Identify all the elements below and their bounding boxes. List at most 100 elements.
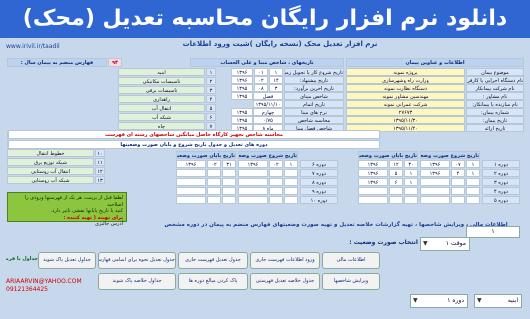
period-select[interactable]: دوره ۱ ▼ xyxy=(410,294,468,308)
period-end-month[interactable] xyxy=(207,178,221,186)
period-end-day[interactable] xyxy=(404,187,418,195)
period-end-month[interactable] xyxy=(207,196,221,204)
year-value[interactable]: ۱۳۹۵ xyxy=(231,92,253,100)
index-summary-button[interactable]: جدول خلاصه تعدیل فهرستی xyxy=(250,273,320,290)
month-value[interactable]: ۰۲ xyxy=(254,76,268,84)
period-start-month[interactable] xyxy=(269,169,283,177)
day-value[interactable]: ۳ xyxy=(269,84,283,92)
page-number[interactable]: ۱ xyxy=(466,226,520,238)
period-end-month[interactable] xyxy=(207,187,221,195)
day-value[interactable]: ۱ xyxy=(269,68,283,76)
period-start-year[interactable]: ۱۳۹۶ xyxy=(238,160,268,168)
period-end-year[interactable]: ۱۳۹۶ xyxy=(176,160,206,168)
period-end-year[interactable] xyxy=(176,196,206,204)
period-start-day[interactable] xyxy=(466,196,480,204)
period-end-year[interactable] xyxy=(176,178,206,186)
date-field-value[interactable]: چهارم xyxy=(253,108,283,116)
date-field-value[interactable]: ۱۳۹۵/۱۱/۱۰ xyxy=(253,100,283,108)
period-start-day[interactable]: ۱ xyxy=(466,169,480,177)
index-list-item[interactable]: انتقال آب xyxy=(118,104,205,112)
period-start-month[interactable] xyxy=(269,178,283,186)
period-start-day[interactable]: ۱ xyxy=(284,160,298,168)
period-end-day[interactable] xyxy=(222,187,236,195)
index-list-item[interactable]: ابنیه xyxy=(118,68,205,76)
period-start-month[interactable]: ۴ xyxy=(451,169,465,177)
period-start-day[interactable]: ۱ xyxy=(466,160,480,168)
period-end-day[interactable]: ۱ xyxy=(404,169,418,177)
period-start-month[interactable] xyxy=(269,187,283,195)
period-end-year[interactable]: ۱۳۹۶ xyxy=(358,178,388,186)
period-start-year[interactable] xyxy=(420,178,450,186)
period-end-year[interactable]: ۱۳۹۶ xyxy=(358,160,388,168)
field-value[interactable]: وزارت راه وشهرسازی xyxy=(346,76,465,84)
index-list-item[interactable]: چاه xyxy=(118,122,205,130)
period-end-day[interactable] xyxy=(222,178,236,186)
pdf-export-button[interactable]: جداول با فرمت PDF xyxy=(6,252,38,269)
period-start-month[interactable] xyxy=(451,196,465,204)
period-start-year[interactable] xyxy=(420,187,450,195)
field-value[interactable]: دستگاه نظارت نمونه xyxy=(346,84,465,92)
period-end-year[interactable] xyxy=(176,187,206,195)
year-value[interactable]: ۱۳۹۵ xyxy=(231,116,253,124)
index-list-item[interactable]: انتقال آب روستایی xyxy=(7,167,94,175)
field-value[interactable]: ۱۳۹۵/۱۱/۳۰ xyxy=(346,116,465,124)
period-start-day[interactable] xyxy=(466,187,480,195)
period-start-day[interactable] xyxy=(466,178,480,186)
period-start-year[interactable]: ۱۳۹۶ xyxy=(420,169,450,177)
status-select[interactable]: موقت ۱ ▼ xyxy=(420,237,470,251)
filter-select[interactable]: ابنیه ▼ xyxy=(474,294,522,308)
period-start-year[interactable]: ۱۳۹۶ xyxy=(420,160,450,168)
field-value[interactable]: ۲۷۶۷۳ xyxy=(346,108,465,116)
period-start-month[interactable]: ۰۲ xyxy=(269,160,283,168)
index-list-item[interactable]: شبکه آب xyxy=(118,113,205,121)
clear-period-amounts-button[interactable]: پاک کردن مبالغ دوره ها xyxy=(178,273,248,290)
period-end-year[interactable] xyxy=(358,187,388,195)
period-start-day[interactable] xyxy=(284,178,298,186)
day-value[interactable]: ۱۴ xyxy=(269,76,283,84)
period-end-month[interactable] xyxy=(389,196,403,204)
index-list-item[interactable]: راهداری xyxy=(118,95,205,103)
period-end-year[interactable]: ۱۳۹۶ xyxy=(358,169,388,177)
period-end-month[interactable]: ۵ xyxy=(389,169,403,177)
year-value[interactable]: ۱۳۹۶ xyxy=(231,76,253,84)
period-end-year[interactable] xyxy=(358,196,388,204)
index-list-item[interactable]: تاسیسات برقی xyxy=(118,86,205,94)
clear-summary-button[interactable]: جداول خلاصه پاک شوند xyxy=(98,273,176,290)
period-end-day[interactable]: ۳۱ xyxy=(222,160,236,168)
period-end-day[interactable] xyxy=(222,196,236,204)
current-index-entry-button[interactable]: ورود اطلاعات فهرست جاری xyxy=(250,252,320,269)
period-end-day[interactable] xyxy=(404,196,418,204)
period-start-year[interactable] xyxy=(238,187,268,195)
index-list-item[interactable]: خطوط انتقال xyxy=(7,149,94,157)
period-start-year[interactable] xyxy=(238,196,268,204)
period-end-day[interactable] xyxy=(222,169,236,177)
period-end-year[interactable] xyxy=(176,169,206,177)
year-value[interactable]: ۱۳۹۶ xyxy=(231,68,253,76)
period-start-month[interactable]: ۰۷ xyxy=(451,160,465,168)
contact-email[interactable]: ARIAARVIN@YAHOO.COM xyxy=(6,278,82,286)
field-value[interactable]: پروژه نمونه xyxy=(346,68,465,76)
period-start-month[interactable] xyxy=(269,196,283,204)
financial-info-button[interactable]: اطلاعات مالی xyxy=(322,252,380,269)
period-start-day[interactable] xyxy=(284,187,298,195)
date-field-value[interactable]: فصل xyxy=(253,92,283,100)
period-start-month[interactable] xyxy=(451,187,465,195)
period-end-month[interactable] xyxy=(207,169,221,177)
clear-tables-button[interactable]: جداول تعدیل پاک شوند xyxy=(38,252,96,269)
year-value[interactable]: ۱۳۹۵ xyxy=(231,84,253,92)
period-start-year[interactable] xyxy=(238,169,268,177)
period-start-month[interactable] xyxy=(451,178,465,186)
period-start-year[interactable] xyxy=(238,178,268,186)
period-start-day[interactable] xyxy=(284,196,298,204)
current-index-table-button[interactable]: جدول تعدیل فهرست جاری xyxy=(178,252,248,269)
year-value[interactable]: ۱۳۹۵ xyxy=(231,108,253,116)
period-end-month[interactable]: ۰۲ xyxy=(207,160,221,168)
period-end-month[interactable] xyxy=(389,187,403,195)
period-end-month[interactable]: ۱۲ xyxy=(389,160,403,168)
index-list-item[interactable]: شبکه آب روستایی xyxy=(7,176,94,184)
index-list-item[interactable]: شبکه توزیع برق xyxy=(7,158,94,166)
index-names-table-button[interactable]: جدول تعدیل نحوه برای اسامی فهارس xyxy=(98,252,176,269)
month-value[interactable]: ۰۱ xyxy=(254,68,268,76)
date-field-value[interactable]: ۰/۷۵ xyxy=(253,116,283,124)
period-start-year[interactable] xyxy=(420,196,450,204)
